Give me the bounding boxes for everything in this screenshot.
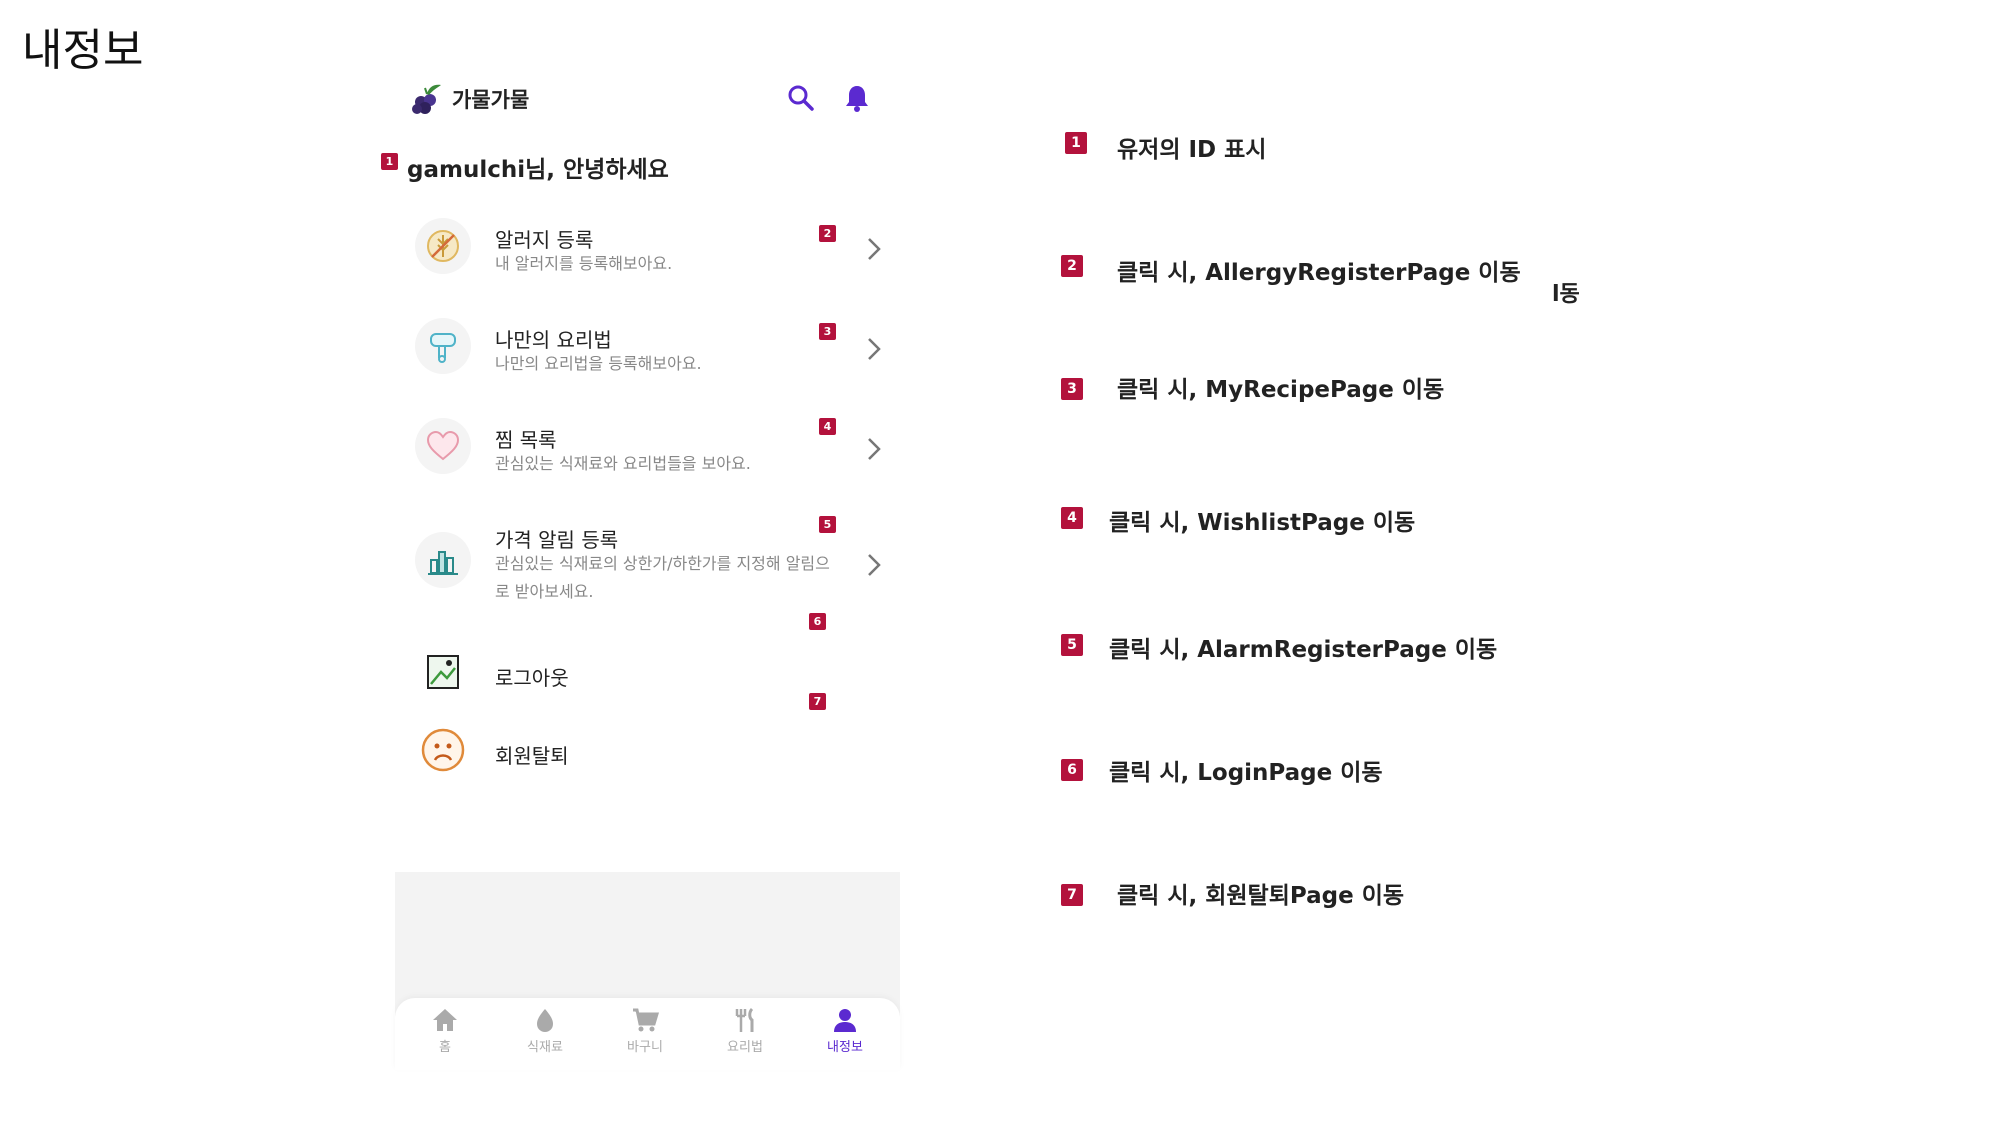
chevron-right-icon	[868, 554, 881, 576]
annotation-badge: 6	[1061, 759, 1083, 781]
annotation-badge: 1	[381, 153, 398, 170]
annotation-badge: 1	[1065, 132, 1087, 154]
tab-home[interactable]: 홈	[405, 1006, 485, 1055]
search-icon[interactable]	[785, 82, 817, 114]
annotation-badge: 7	[1061, 884, 1083, 906]
menu-title: 회원탈퇴	[495, 744, 569, 768]
tab-label: 식재료	[527, 1040, 563, 1055]
menu-title: 가격 알림 등록	[495, 528, 619, 552]
heart-icon	[415, 418, 471, 474]
tab-recipes[interactable]: 요리법	[705, 1006, 785, 1055]
bar-chart-icon	[415, 532, 471, 588]
logout-picture-icon	[415, 644, 471, 700]
annotation-badge: 5	[819, 516, 836, 533]
chevron-right-icon	[868, 338, 881, 360]
annotation-text: 클릭 시, AllergyRegisterPage 이동	[1117, 260, 1521, 286]
annotation-text: 클릭 시, WishlistPage 이동	[1109, 510, 1416, 536]
menu-title: 알러지 등록	[495, 228, 594, 252]
annotation-text: 유저의 ID 표시	[1117, 137, 1267, 163]
chevron-right-icon	[868, 438, 881, 460]
annotation-badge: 6	[809, 613, 826, 630]
tab-label: 홈	[439, 1040, 451, 1055]
menu-title: 로그아웃	[495, 666, 569, 690]
tab-ingredients[interactable]: 식재료	[505, 1006, 585, 1055]
annotation-badge: 4	[819, 418, 836, 435]
app-header: 가물가물	[395, 60, 900, 132]
annotation-badge: 2	[1061, 255, 1083, 277]
annotation-text: 클릭 시, LoginPage 이동	[1109, 760, 1383, 786]
menu-item-my-recipe[interactable]: 나만의 요리법 나만의 요리법을 등록해보아요. 3	[415, 308, 885, 388]
menu-item-wishlist[interactable]: 찜 목록 관심있는 식재료와 요리법들을 보아요. 4	[415, 408, 885, 488]
menu-item-withdraw[interactable]: 회원탈퇴	[415, 716, 885, 784]
tab-label: 내정보	[827, 1040, 863, 1055]
annotation-text: 클릭 시, AlarmRegisterPage 이동	[1109, 637, 1498, 663]
home-icon	[433, 1009, 457, 1031]
greeting-text: gamulchi님, 안녕하세요	[407, 157, 669, 183]
bottom-tab-bar: 홈 식재료 바구니 요리법 내정보	[395, 998, 900, 1070]
menu-subtitle: 관심있는 식재료의 상한가/하한가를 지정해 알림으로 받아보세요.	[495, 554, 830, 601]
annotation-badge: 3	[819, 323, 836, 340]
utensils-icon	[735, 1007, 754, 1032]
chevron-right-icon	[868, 238, 881, 260]
grape-logo-icon	[412, 84, 441, 114]
phone-mockup: 가물가물 1 gamulchi님, 안녕하세요 알러지 등록 내 알러지를 등록…	[381, 60, 900, 1070]
slide-title: 내정보	[22, 25, 144, 76]
menu-item-allergy[interactable]: 알러지 등록 내 알러지를 등록해보아요. 2	[415, 208, 885, 288]
menu-title: 찜 목록	[495, 428, 557, 452]
ingredient-icon	[537, 1009, 553, 1032]
annotation-badge: 2	[819, 225, 836, 242]
annotation-text: 클릭 시, 회원탈퇴Page 이동	[1117, 883, 1405, 909]
menu-subtitle: 나만의 요리법을 등록해보아요.	[495, 354, 702, 373]
annotation-badge: 5	[1061, 634, 1083, 656]
user-icon	[834, 1009, 856, 1032]
tab-basket[interactable]: 바구니	[605, 1006, 685, 1055]
cart-icon	[633, 1008, 660, 1032]
tab-my-info[interactable]: 내정보	[805, 1006, 885, 1055]
annotation-badge: 4	[1061, 507, 1083, 529]
app-name: 가물가물	[452, 88, 530, 112]
menu-item-price-alarm[interactable]: 가격 알림 등록 관심있는 식재료의 상한가/하한가를 지정해 알림으로 받아보…	[415, 508, 885, 618]
tab-label: 바구니	[627, 1040, 663, 1055]
mixer-icon	[415, 318, 471, 374]
annotation-text: 클릭 시, MyRecipePage 이동	[1117, 377, 1445, 403]
ghost-text: l동	[1552, 282, 1580, 307]
menu-title: 나만의 요리법	[495, 328, 612, 352]
bell-icon[interactable]	[841, 82, 873, 114]
sad-face-icon	[415, 722, 471, 778]
annotation-badge: 7	[809, 693, 826, 710]
menu-subtitle: 관심있는 식재료와 요리법들을 보아요.	[495, 454, 751, 473]
tab-label: 요리법	[727, 1040, 763, 1055]
menu-subtitle: 내 알러지를 등록해보아요.	[495, 254, 673, 273]
annotation-badge: 3	[1061, 378, 1083, 400]
allergy-icon	[415, 218, 471, 274]
